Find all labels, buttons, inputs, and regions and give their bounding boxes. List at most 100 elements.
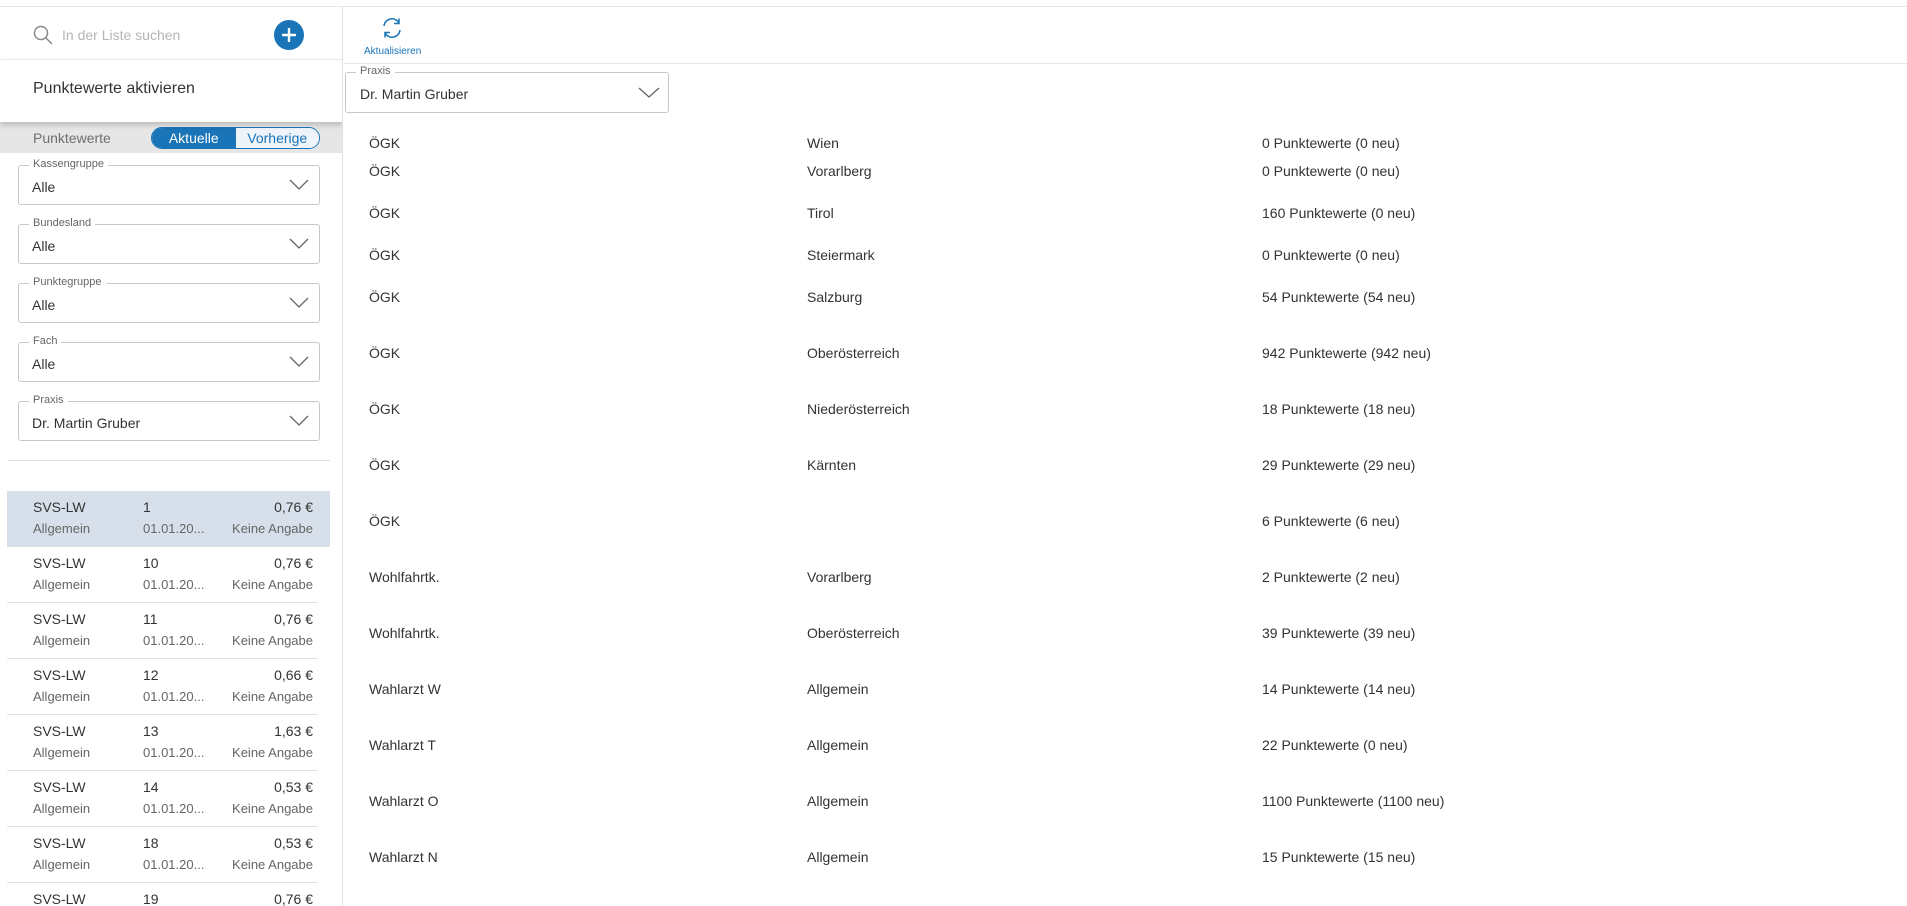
group-label: Allgemein xyxy=(33,633,91,648)
import-row[interactable]: Wahlarzt O Allgemein 1100 Punktewerte (1… xyxy=(344,789,1907,813)
group-label: Allgemein xyxy=(33,745,91,760)
field-value: Dr. Martin Gruber xyxy=(32,415,141,431)
count-cell: 2 Punktewerte (2 neu) xyxy=(1262,569,1400,585)
number-label: 11 xyxy=(143,611,158,627)
count-cell: 54 Punktewerte (54 neu) xyxy=(1262,289,1416,305)
import-row[interactable]: ÖGK Niederösterreich 18 Punktewerte (18 … xyxy=(344,397,1907,421)
count-cell: 39 Punktewerte (39 neu) xyxy=(1262,625,1416,641)
kasse-label: SVS-LW xyxy=(33,891,86,906)
praxis-select-left[interactable]: Praxis Dr. Martin Gruber xyxy=(18,394,320,441)
count-cell: 14 Punktewerte (14 neu) xyxy=(1262,681,1416,697)
import-row[interactable]: ÖGK Wien 0 Punktewerte (0 neu) xyxy=(344,131,1907,155)
chevron-down-icon xyxy=(289,179,309,190)
import-row[interactable]: ÖGK Vorarlberg 0 Punktewerte (0 neu) xyxy=(344,159,1907,183)
kasse-cell: ÖGK xyxy=(369,401,401,417)
count-cell: 0 Punktewerte (0 neu) xyxy=(1262,247,1400,263)
count-cell: 22 Punktewerte (0 neu) xyxy=(1262,737,1408,753)
import-row[interactable]: ÖGK Steiermark 0 Punktewerte (0 neu) xyxy=(344,243,1907,267)
list-item[interactable]: SVS-LW 10 0,76 € Allgemein 01.01.20... K… xyxy=(7,547,318,603)
field-label: Fach xyxy=(29,335,62,347)
list-item[interactable]: SVS-LW 12 0,66 € Allgemein 01.01.20... K… xyxy=(7,659,318,715)
bundesland-select[interactable]: Bundesland Alle xyxy=(18,217,320,264)
import-row[interactable]: ÖGK Oberösterreich 942 Punktewerte (942 … xyxy=(344,341,1907,365)
region-cell: Allgemein xyxy=(807,793,869,809)
field-value: Alle xyxy=(32,297,56,313)
import-row[interactable]: Wohlfahrtk. Vorarlberg 2 Punktewerte (2 … xyxy=(344,565,1907,589)
kasse-cell: Wahlarzt T xyxy=(369,737,436,753)
activate-punktewerte-button[interactable]: Punktewerte aktivieren xyxy=(0,60,342,122)
count-cell: 18 Punktewerte (18 neu) xyxy=(1262,401,1416,417)
import-row[interactable]: Wahlarzt T Allgemein 22 Punktewerte (0 n… xyxy=(344,733,1907,757)
list-item[interactable]: SVS-LW 14 0,53 € Allgemein 01.01.20... K… xyxy=(7,771,318,827)
plus-circle-icon xyxy=(282,28,296,42)
region-cell: Vorarlberg xyxy=(807,163,872,179)
number-label: 10 xyxy=(143,555,159,571)
list-item[interactable]: SVS-LW 1 0,76 € Allgemein 01.01.20... Ke… xyxy=(7,491,330,547)
toolbar: Aktualisieren xyxy=(344,7,1907,64)
list-item[interactable]: SVS-LW 18 0,53 € Allgemein 01.01.20... K… xyxy=(7,827,318,883)
kasse-cell: ÖGK xyxy=(369,289,401,305)
field-label: Praxis xyxy=(29,394,68,406)
kassengruppe-select[interactable]: Kassengruppe Alle xyxy=(18,158,320,205)
count-cell: 0 Punktewerte (0 neu) xyxy=(1262,135,1400,151)
toggle-aktuelle[interactable]: Aktuelle xyxy=(152,128,236,148)
count-cell: 29 Punktewerte (29 neu) xyxy=(1262,457,1416,473)
import-row[interactable]: Wahlarzt W Allgemein 14 Punktewerte (14 … xyxy=(344,677,1907,701)
field-label: Kassengruppe xyxy=(29,158,108,170)
add-button[interactable] xyxy=(274,20,304,50)
date-label: 01.01.20... xyxy=(143,633,205,648)
kasse-label: SVS-LW xyxy=(33,555,86,571)
group-label: Allgemein xyxy=(33,577,91,592)
search-input[interactable] xyxy=(62,23,262,47)
import-row[interactable]: Wahlarzt N Allgemein 15 Punktewerte (15 … xyxy=(344,845,1907,869)
group-label: Allgemein xyxy=(33,857,91,872)
fach-select[interactable]: Fach Alle xyxy=(18,335,320,382)
import-row[interactable]: Wohlfahrtk. Oberösterreich 39 Punktewert… xyxy=(344,621,1907,645)
number-label: 1 xyxy=(143,499,151,515)
toggle-vorherige[interactable]: Vorherige xyxy=(235,128,319,148)
import-row[interactable]: ÖGK Tirol 160 Punktewerte (0 neu) xyxy=(344,201,1907,225)
list-item[interactable]: SVS-LW 13 1,63 € Allgemein 01.01.20... K… xyxy=(7,715,318,771)
field-label: Praxis xyxy=(356,65,395,77)
number-label: 14 xyxy=(143,779,159,795)
kasse-cell: Wahlarzt N xyxy=(369,849,438,865)
date-label: 01.01.20... xyxy=(143,745,205,760)
region-cell: Vorarlberg xyxy=(807,569,872,585)
count-cell: 6 Punktewerte (6 neu) xyxy=(1262,513,1400,529)
kasse-label: SVS-LW xyxy=(33,611,86,627)
refresh-label: Aktualisieren xyxy=(364,46,422,57)
field-value: Alle xyxy=(32,179,56,195)
group-label: Allgemein xyxy=(33,801,91,816)
count-cell: 0 Punktewerte (0 neu) xyxy=(1262,163,1400,179)
region-cell: Niederösterreich xyxy=(807,401,910,417)
import-row[interactable]: ÖGK 6 Punktewerte (6 neu) xyxy=(344,509,1907,533)
divider xyxy=(8,460,330,461)
value-label: 1,63 € xyxy=(274,723,313,739)
date-label: 01.01.20... xyxy=(143,801,205,816)
value-label: 0,53 € xyxy=(274,835,313,851)
region-cell: Tirol xyxy=(807,205,834,221)
punktewerte-toggle-row: Punktewerte Aktuelle Vorherige xyxy=(0,122,342,153)
import-row[interactable]: ÖGK Kärnten 29 Punktewerte (29 neu) xyxy=(344,453,1907,477)
kasse-cell: ÖGK xyxy=(369,247,401,263)
list-item[interactable]: SVS-LW 19 0,76 € xyxy=(7,883,318,906)
info-label: Keine Angabe xyxy=(232,633,313,648)
import-row[interactable]: ÖGK Salzburg 54 Punktewerte (54 neu) xyxy=(344,285,1907,309)
search-icon xyxy=(33,25,53,45)
region-cell: Allgemein xyxy=(807,681,869,697)
refresh-button[interactable]: Aktualisieren xyxy=(364,13,422,59)
kasse-cell: ÖGK xyxy=(369,345,401,361)
list-item[interactable]: SVS-LW 11 0,76 € Allgemein 01.01.20... K… xyxy=(7,603,318,659)
date-label: 01.01.20... xyxy=(143,857,205,872)
search-bar xyxy=(0,7,342,60)
punktegruppe-select[interactable]: Punktegruppe Alle xyxy=(18,276,320,323)
field-label: Bundesland xyxy=(29,217,96,229)
group-label: Allgemein xyxy=(33,689,91,704)
praxis-select[interactable]: Praxis Dr. Martin Gruber xyxy=(345,65,669,113)
date-label: 01.01.20... xyxy=(143,689,205,704)
region-cell: Kärnten xyxy=(807,457,857,473)
value-label: 0,76 € xyxy=(274,891,313,906)
number-label: 19 xyxy=(143,891,159,906)
info-label: Keine Angabe xyxy=(232,745,313,760)
info-label: Keine Angabe xyxy=(232,857,313,872)
